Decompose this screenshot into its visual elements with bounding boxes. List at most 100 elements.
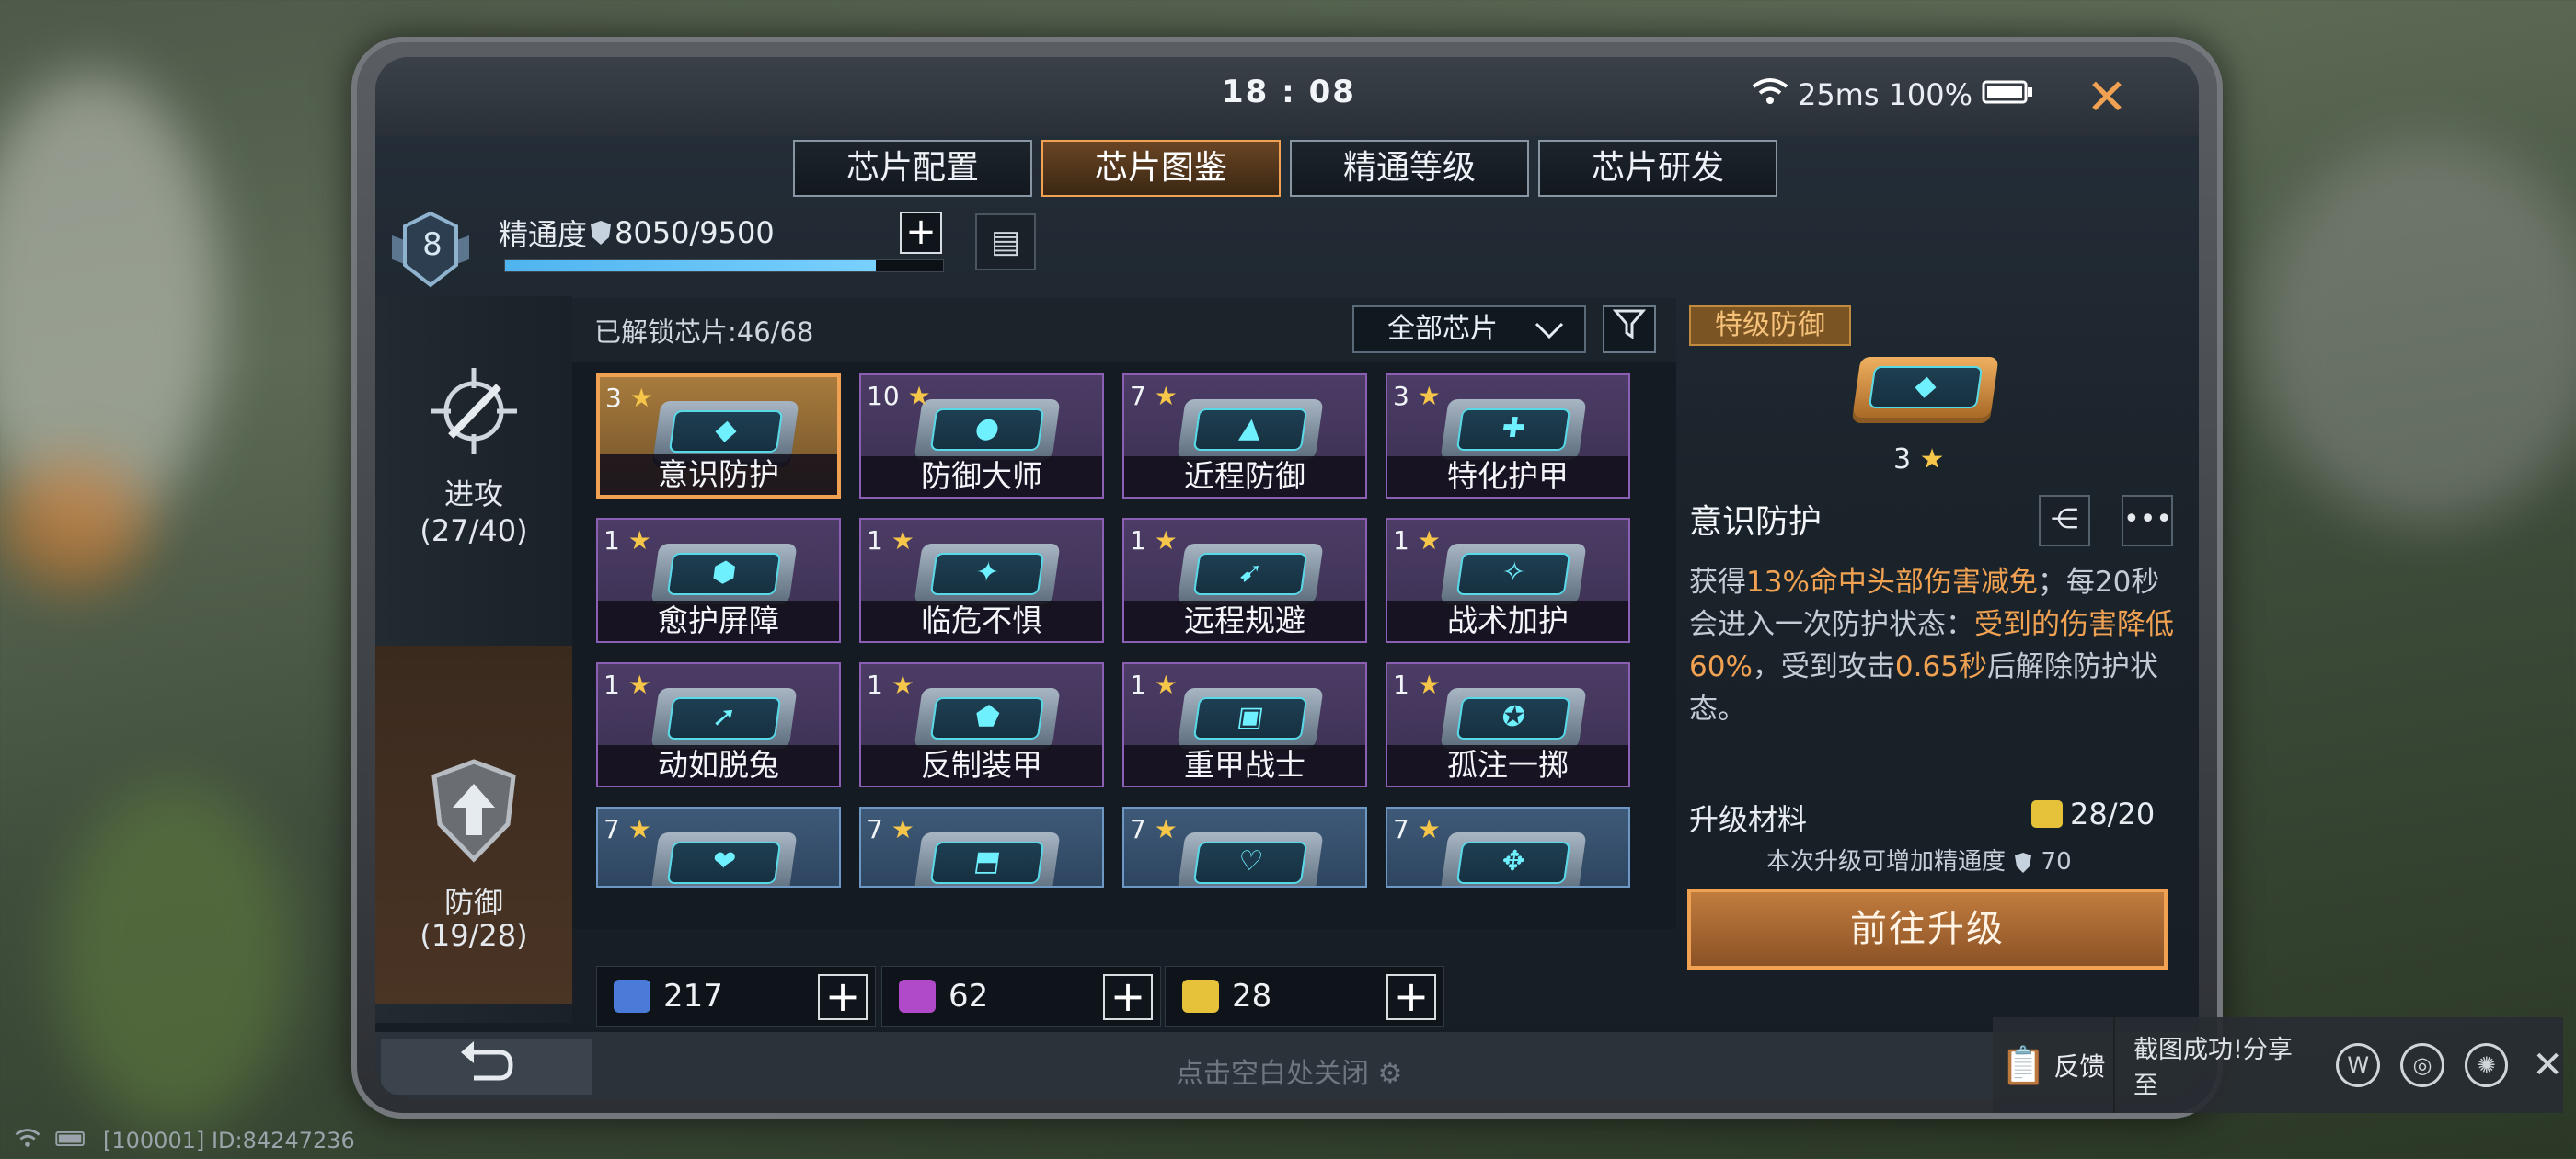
background-flowers — [0, 460, 147, 589]
chip-card[interactable]: 1 ★ ➚ 动如脱兔 — [596, 662, 841, 787]
tab-chip-config[interactable]: 芯片配置 — [793, 140, 1032, 197]
star-icon: ★ — [1145, 381, 1178, 411]
share-prompt: 截图成功!分享至 — [2133, 1036, 2293, 1100]
star-icon: ★ — [1409, 670, 1441, 700]
chip-card-stars: 7 ★ — [604, 814, 651, 844]
resource-value: 28 — [1232, 978, 1272, 1015]
sidebar-item-attack[interactable]: 进攻 (27/40) — [375, 361, 572, 637]
chip-card[interactable]: 1 ★ ✪ 孤注一掷 — [1386, 662, 1630, 787]
chip-card[interactable]: 7 ★ ♡ — [1122, 807, 1367, 888]
wifi-icon — [1752, 77, 1788, 112]
screenshot-share-bar: 📋 反馈 截图成功!分享至 W ◎ ✺ ✕ — [1993, 1017, 2563, 1113]
chip-card-name: 特化护甲 — [1387, 456, 1628, 497]
weibo-icon[interactable]: W — [2336, 1043, 2381, 1087]
material-count: 28/20 — [2070, 797, 2156, 832]
back-button[interactable] — [381, 1039, 592, 1095]
chip-card-name: 近程防御 — [1124, 456, 1365, 497]
go-upgrade-button[interactable]: 前往升级 — [1687, 889, 2168, 970]
star-icon: ★ — [1145, 525, 1178, 556]
desc-highlight: 0.65秒 — [1894, 650, 1987, 683]
chip-card-stars: 10 ★ — [867, 381, 931, 411]
filter-icon[interactable] — [1603, 305, 1656, 353]
add-resource-button[interactable]: + — [1103, 974, 1153, 1020]
background-grass — [55, 782, 294, 1131]
chip-card[interactable]: 1 ★ ⬟ 反制装甲 — [859, 662, 1104, 787]
chip-star-count: 1 — [1393, 670, 1409, 700]
chip-card-stars: 7 ★ — [1393, 814, 1441, 844]
chip-card[interactable]: 3 ★ ✚ 特化护甲 — [1386, 373, 1630, 499]
chip-card-stars: 1 ★ — [867, 670, 914, 700]
mastery-label-row: 精通度 8050/9500 — [499, 212, 775, 254]
close-icon[interactable]: ✕ — [2079, 70, 2134, 125]
chip-card-stars: 7 ★ — [1130, 814, 1178, 844]
mastery-add-button[interactable]: + — [900, 212, 942, 254]
chip-filter-value: 全部芯片 — [1387, 313, 1498, 345]
mastery-info-icon[interactable]: ▤ — [975, 213, 1036, 270]
chip-icon: ✦ — [914, 544, 1061, 604]
chip-icon: ✧ — [1440, 544, 1587, 604]
gear-icon: ⚙ — [1377, 1058, 1403, 1090]
chip-card[interactable]: 10 ★ ● 防御大师 — [859, 373, 1104, 499]
chip-card[interactable]: 1 ★ ➹ 远程规避 — [1122, 518, 1367, 643]
star-icon: ★ — [882, 525, 914, 556]
chip-material-icon — [899, 980, 936, 1013]
tab-bar: 芯片配置 芯片图鉴 精通等级 芯片研发 — [793, 140, 1777, 197]
chip-card[interactable]: 1 ★ ✦ 临危不惧 — [859, 518, 1104, 643]
sidebar-item-defense[interactable]: 防御 (19/28) — [375, 646, 572, 1004]
chip-card[interactable]: 7 ★ ⬒ — [859, 807, 1104, 888]
chip-card-stars: 7 ★ — [867, 814, 914, 844]
star-icon: ★ — [1409, 525, 1441, 556]
add-resource-button[interactable]: + — [818, 974, 868, 1020]
mastery-level: 8 — [422, 226, 443, 263]
ping-value: 25ms — [1797, 77, 1880, 112]
mastery-gain-value: 70 — [2041, 848, 2072, 876]
wechat-icon[interactable]: ◎ — [2400, 1043, 2444, 1087]
chip-card-stars: 1 ★ — [1130, 670, 1178, 700]
chip-icon: ✚ — [1440, 399, 1587, 460]
close-icon[interactable]: ✕ — [2532, 1044, 2563, 1086]
chip-card-stars: 1 ★ — [604, 525, 651, 556]
close-hint: 点击空白处关闭 ⚙ — [1176, 1050, 1402, 1091]
detail-more-icon[interactable]: ••• — [2122, 495, 2173, 546]
star-icon: ★ — [619, 670, 651, 700]
chip-card-name: 孤注一掷 — [1387, 745, 1628, 786]
feedback-button[interactable]: 📋 反馈 — [1993, 1017, 2116, 1113]
desc-text: ，受到攻击 — [1752, 650, 1895, 683]
chip-card[interactable]: 7 ★ ✥ — [1386, 807, 1630, 888]
tab-chip-codex[interactable]: 芯片图鉴 — [1041, 140, 1281, 197]
moments-icon[interactable]: ✺ — [2464, 1043, 2509, 1087]
chip-card[interactable]: 1 ★ ⬢ 愈护屏障 — [596, 518, 841, 643]
detail-tree-icon[interactable]: ⋲ — [2039, 495, 2090, 546]
chip-card[interactable]: 3 ★ ◆ 意识防护 — [596, 373, 841, 499]
chip-card[interactable]: 1 ★ ▣ 重甲战士 — [1122, 662, 1367, 787]
chip-star-count: 7 — [1393, 814, 1409, 844]
chip-card[interactable]: 7 ★ ▲ 近程防御 — [1122, 373, 1367, 499]
tab-chip-research[interactable]: 芯片研发 — [1538, 140, 1777, 197]
star-icon: ★ — [1145, 814, 1178, 844]
clock: 18 : 08 — [1222, 74, 1356, 110]
chip-star-count: 7 — [867, 814, 883, 844]
chip-star-count: 1 — [867, 525, 883, 556]
add-resource-button[interactable]: + — [1386, 974, 1436, 1020]
chip-card-stars: 1 ★ — [867, 525, 914, 556]
tab-mastery-level[interactable]: 精通等级 — [1290, 140, 1529, 197]
chip-star-count: 7 — [1130, 814, 1146, 844]
chip-card-stars: 1 ★ — [604, 670, 651, 700]
chip-star-count: 3 — [605, 383, 622, 413]
feedback-label: 反馈 — [2053, 1051, 2106, 1082]
chip-icon: ➚ — [650, 688, 798, 749]
chip-card-name: 防御大师 — [861, 456, 1102, 497]
chip-material-icon — [1182, 980, 1219, 1013]
chip-icon: ✥ — [1440, 832, 1587, 886]
star-icon: ★ — [619, 814, 651, 844]
star-icon: ★ — [882, 814, 914, 844]
chip-card[interactable]: 1 ★ ✧ 战术加护 — [1386, 518, 1630, 643]
mastery-value: 8050/9500 — [615, 215, 775, 250]
resource-counter: 62 + — [881, 966, 1161, 1027]
chip-star-count: 1 — [1130, 525, 1146, 556]
game-panel: 18 : 08 25ms 100% ✕ 芯片配置 芯片图鉴 精通等级 芯片研发 … — [375, 57, 2199, 1098]
shield-arrow-icon — [423, 756, 524, 866]
chip-card[interactable]: 7 ★ ❤ — [596, 807, 841, 888]
chip-filter-dropdown[interactable]: 全部芯片 — [1352, 305, 1586, 353]
detail-stars: 3 ★ — [1893, 443, 1945, 476]
